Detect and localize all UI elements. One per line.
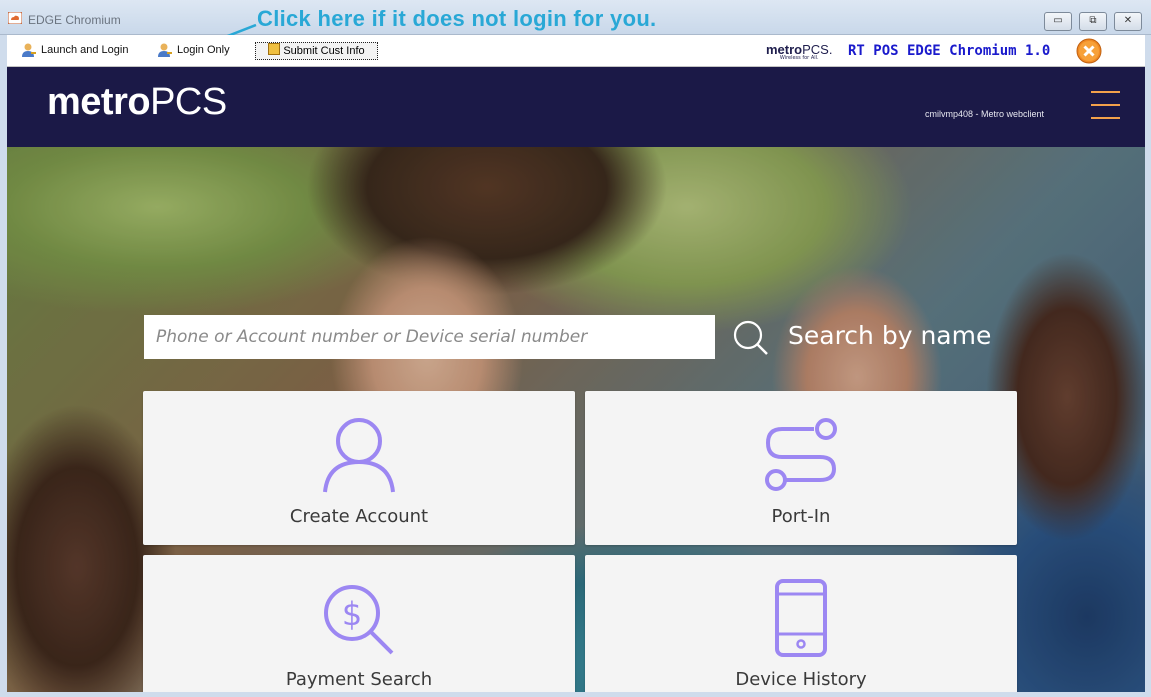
tile-label: Port-In [771,506,831,527]
hero-photo-background: Search by name Create Account Port-In $ … [7,147,1145,692]
submit-cust-info-button[interactable]: Submit Cust Info [255,42,378,60]
dollar-search-icon: $ [324,585,394,655]
login-only-label: Login Only [177,44,230,56]
tile-label: Device History [735,669,867,690]
hamburger-menu-icon[interactable] [1091,91,1120,121]
launch-and-login-button[interactable]: Launch and Login [21,41,128,59]
svg-text:$: $ [342,595,362,633]
close-orb-icon[interactable] [1076,38,1102,64]
route-icon [765,418,837,491]
form-icon [268,43,281,55]
site-header: metroPCS cmilvmp408 - Metro webclient [7,67,1145,147]
search-input[interactable] [144,315,715,359]
restore-button[interactable]: ⧉ [1079,12,1107,31]
minimize-button[interactable]: ▭ [1044,12,1072,31]
launcher-toolbar: Launch and Login Login Only Submit Cust … [7,35,1145,67]
tile-label: Create Account [289,506,429,527]
search-icon[interactable] [732,319,772,359]
login-only-button[interactable]: Login Only [157,41,230,59]
window-title: EDGE Chromium [28,13,121,27]
login-callout-text: Click here if it does not login for you. [257,6,657,31]
person-icon [323,418,395,493]
user-key-icon [158,43,172,58]
search-by-name-link[interactable]: Search by name [788,321,991,350]
user-label: cmilvmp408 - Metro webclient [925,109,1045,119]
pos-app-title: RT POS EDGE Chromium 1.0 [848,43,1051,59]
payment-search-tile[interactable]: $ Payment Search [143,555,575,692]
metropcs-logo[interactable]: metroPCS [47,81,227,124]
user-key-icon [22,43,36,58]
launch-and-login-label: Launch and Login [41,44,129,56]
app-cloud-icon [8,12,22,24]
search-input-wrapper [144,315,715,359]
phone-icon [775,579,827,657]
port-in-tile[interactable]: Port-In [585,391,1017,545]
create-account-tile[interactable]: Create Account [143,391,575,545]
submit-cust-info-label: Submit Cust Info [283,45,365,57]
metropcs-mini-logo: metroPCS. Wireless for All. [766,42,833,61]
close-window-button[interactable]: ✕ [1114,12,1142,31]
tile-label: Payment Search [285,669,433,690]
device-history-tile[interactable]: Device History [585,555,1017,692]
